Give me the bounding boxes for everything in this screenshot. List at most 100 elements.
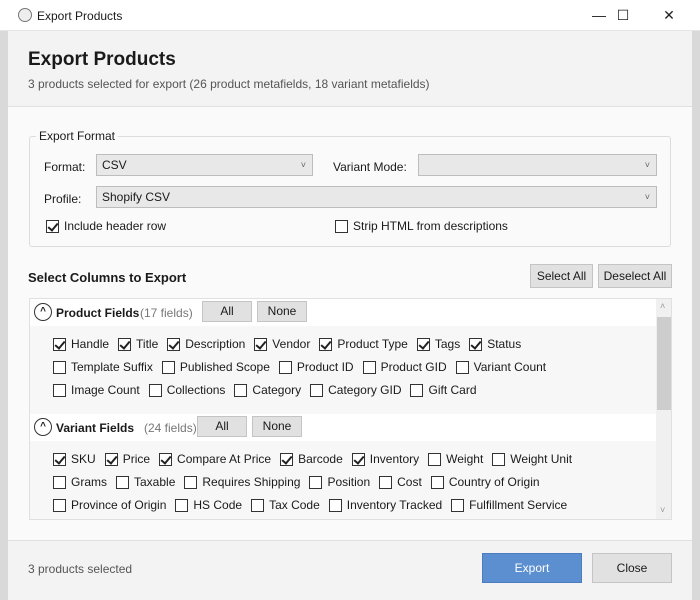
column-checkbox[interactable]: Tax Code: [251, 498, 320, 512]
dialog-footer: 3 products selected Export Close: [8, 540, 692, 600]
column-checkbox[interactable]: Template Suffix: [53, 360, 153, 374]
column-checkbox[interactable]: Description: [167, 337, 245, 351]
column-checkbox[interactable]: Title: [118, 337, 158, 351]
maximize-button[interactable]: ☐: [600, 4, 646, 28]
column-checkbox[interactable]: Handle: [53, 337, 109, 351]
chevron-up-icon[interactable]: ^: [34, 303, 52, 321]
checkbox-checked[interactable]: [46, 219, 59, 233]
column-checkbox[interactable]: Weight Unit: [492, 452, 572, 466]
checkbox-unchecked[interactable]: [53, 383, 66, 397]
select-all-button[interactable]: Select All: [530, 264, 593, 288]
checkbox-unchecked[interactable]: [161, 360, 175, 374]
column-checkbox[interactable]: Vendor: [254, 337, 310, 351]
checkbox-unchecked[interactable]: [309, 475, 323, 489]
checkbox-unchecked[interactable]: [234, 383, 248, 397]
section-none-button[interactable]: None: [257, 301, 307, 322]
format-select[interactable]: CSV ˅: [96, 154, 313, 176]
checkbox-unchecked[interactable]: [184, 475, 198, 489]
column-checkbox[interactable]: Product GID: [362, 360, 447, 374]
checkbox-unchecked[interactable]: [455, 360, 469, 374]
column-checkbox[interactable]: Image Count: [53, 383, 140, 397]
column-checkbox[interactable]: Requires Shipping: [184, 475, 300, 489]
checkbox-unchecked[interactable]: [492, 452, 506, 466]
checkbox-checked[interactable]: [280, 452, 294, 466]
checkbox-checked[interactable]: [118, 337, 132, 351]
dialog-body: Export Format Format: CSV ˅ Variant Mode:…: [8, 107, 692, 540]
column-label: Title: [136, 337, 159, 351]
checkbox-checked[interactable]: [167, 337, 181, 351]
scrollbar-thumb[interactable]: [657, 317, 671, 410]
strip-html-checkbox[interactable]: Strip HTML from descriptions: [335, 219, 508, 233]
checkbox-checked[interactable]: [416, 337, 430, 351]
checkbox-unchecked[interactable]: [148, 383, 162, 397]
section-title: Product Fields: [56, 306, 140, 320]
column-checkbox[interactable]: Product ID: [278, 360, 354, 374]
column-checkbox[interactable]: Tags: [416, 337, 460, 351]
column-checkbox[interactable]: Gift Card: [410, 383, 477, 397]
checkbox-checked[interactable]: [104, 452, 118, 466]
column-checkbox[interactable]: Cost: [379, 475, 422, 489]
checkbox-checked[interactable]: [351, 452, 365, 466]
column-checkbox[interactable]: Collections: [148, 383, 225, 397]
column-checkbox[interactable]: Country of Origin: [430, 475, 540, 489]
column-checkbox[interactable]: SKU: [53, 452, 96, 466]
column-checkbox[interactable]: Province of Origin: [53, 498, 166, 512]
column-checkbox[interactable]: Grams: [53, 475, 107, 489]
profile-select[interactable]: Shopify CSV ˅: [96, 186, 657, 208]
column-checkbox[interactable]: Compare At Price: [159, 452, 271, 466]
column-checkbox[interactable]: Price: [104, 452, 150, 466]
column-checkbox[interactable]: Category: [234, 383, 301, 397]
checkbox-unchecked[interactable]: [328, 498, 342, 512]
deselect-all-button[interactable]: Deselect All: [598, 264, 672, 288]
checkbox-unchecked[interactable]: [175, 498, 189, 512]
checkbox-unchecked[interactable]: [53, 360, 66, 374]
close-button[interactable]: Close: [592, 553, 672, 583]
checkbox-row: Grams Taxable Requires Shipping Position Cos…: [53, 475, 540, 489]
variant-mode-select[interactable]: ˅: [418, 154, 657, 176]
checkbox-checked[interactable]: [254, 337, 268, 351]
section-none-button[interactable]: None: [252, 416, 302, 437]
column-checkbox[interactable]: Inventory: [351, 452, 419, 466]
section-all-button[interactable]: All: [202, 301, 252, 322]
column-checkbox[interactable]: Inventory Tracked: [328, 498, 442, 512]
column-checkbox[interactable]: HS Code: [175, 498, 242, 512]
column-checkbox[interactable]: Variant Count: [455, 360, 546, 374]
checkbox-checked[interactable]: [159, 452, 173, 466]
close-window-button[interactable]: ✕: [646, 4, 692, 28]
scrollbar[interactable]: ˄ ˅: [656, 299, 671, 519]
column-checkbox[interactable]: Category GID: [310, 383, 401, 397]
scroll-up-icon[interactable]: ˄: [660, 301, 665, 311]
column-checkbox[interactable]: Position: [309, 475, 370, 489]
checkbox-unchecked[interactable]: [310, 383, 324, 397]
checkbox-unchecked[interactable]: [451, 498, 465, 512]
checkbox-unchecked[interactable]: [428, 452, 442, 466]
export-button[interactable]: Export: [482, 553, 582, 583]
checkbox-checked[interactable]: [319, 337, 333, 351]
column-checkbox[interactable]: Published Scope: [161, 360, 270, 374]
column-checkbox[interactable]: Status: [469, 337, 521, 351]
scroll-down-icon[interactable]: ˅: [660, 505, 665, 515]
checkbox-unchecked[interactable]: [410, 383, 424, 397]
checkbox-unchecked[interactable]: [53, 498, 66, 512]
checkbox-checked[interactable]: [469, 337, 483, 351]
checkbox-unchecked[interactable]: [430, 475, 444, 489]
checkbox-unchecked[interactable]: [362, 360, 376, 374]
column-checkbox[interactable]: Fulfillment Service: [451, 498, 567, 512]
checkbox-unchecked[interactable]: [53, 475, 66, 489]
chevron-up-icon[interactable]: ^: [34, 418, 52, 436]
columns-list: ^ Product Fields (17 fields) All None Han…: [29, 298, 672, 520]
column-checkbox[interactable]: Weight: [428, 452, 483, 466]
checkbox-unchecked[interactable]: [278, 360, 292, 374]
checkbox-unchecked[interactable]: [379, 475, 393, 489]
column-checkbox[interactable]: Taxable: [116, 475, 175, 489]
checkbox-unchecked[interactable]: [335, 219, 348, 233]
checkbox-checked[interactable]: [53, 337, 66, 351]
include-header-checkbox[interactable]: Include header row: [46, 219, 166, 233]
checkbox-unchecked[interactable]: [116, 475, 129, 489]
checkbox-unchecked[interactable]: [251, 498, 265, 512]
column-checkbox[interactable]: Product Type: [319, 337, 408, 351]
checkbox-checked[interactable]: [53, 452, 66, 466]
profile-value: Shopify CSV: [102, 190, 171, 204]
section-all-button[interactable]: All: [197, 416, 247, 437]
column-checkbox[interactable]: Barcode: [280, 452, 343, 466]
